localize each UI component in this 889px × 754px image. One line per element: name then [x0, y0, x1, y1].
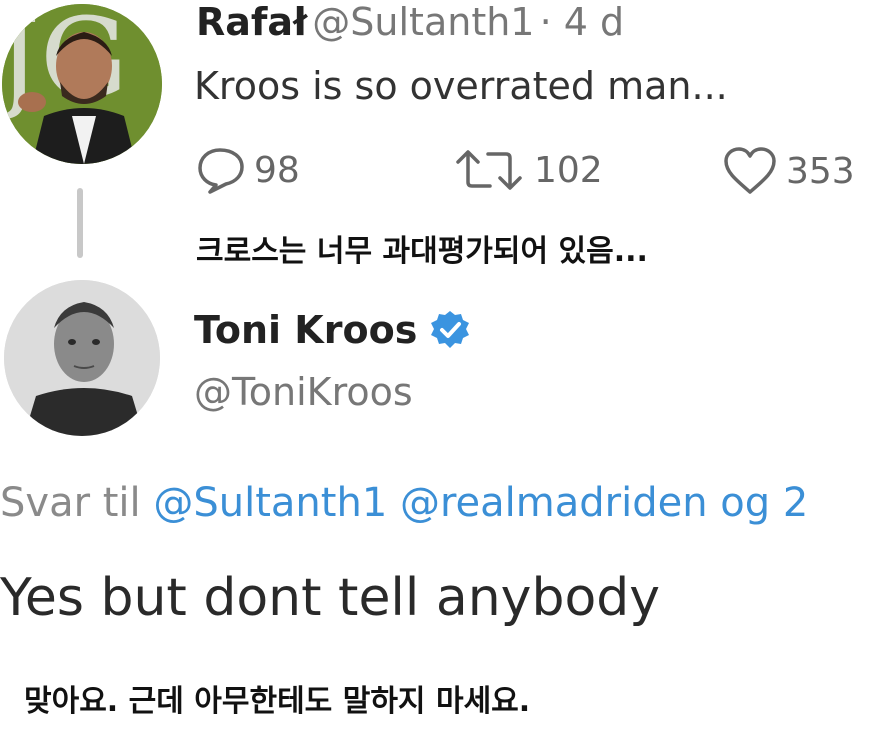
caption-translation-1: 크로스는 너무 과대평가되어 있음... [196, 234, 648, 269]
like-count: 353 [786, 150, 855, 192]
retweet-icon [456, 150, 522, 190]
retweet-count: 102 [534, 149, 603, 191]
tweet1-display-name[interactable]: Rafał [196, 0, 307, 44]
reply-button[interactable]: 98 [196, 146, 300, 194]
tweet1-header: Rafał @Sultanth1 · 4 d [196, 0, 624, 44]
retweet-button[interactable]: 102 [452, 146, 603, 194]
avatar-toni-kroos[interactable] [4, 280, 160, 436]
tweet1-time: · 4 d [539, 0, 625, 44]
tweet1-text: Kroos is so overrated man... [194, 64, 728, 108]
verified-badge-icon [431, 311, 470, 348]
reply-count: 98 [254, 149, 300, 191]
caption-translation-2: 맞아요. 근데 아무한테도 말하지 마세요. [24, 684, 531, 719]
reply-to-label: Svar til [0, 480, 141, 526]
reply-mentions[interactable]: @Sultanth1 @realmadriden og 2 [153, 480, 808, 526]
tweet2-handle[interactable]: @ToniKroos [194, 370, 413, 414]
thread-connector-line [77, 188, 83, 258]
avatar-rafal[interactable]: JG [2, 4, 162, 164]
tweet2-header: Toni Kroos [194, 308, 471, 352]
like-icon [724, 147, 776, 194]
tweet2-display-name[interactable]: Toni Kroos [194, 308, 417, 352]
reply-to-line: Svar til @Sultanth1 @realmadriden og 2 [0, 480, 808, 526]
tweet2-text: Yes but dont tell anybody [0, 568, 661, 628]
reply-icon [198, 148, 244, 194]
like-button[interactable]: 353 [722, 146, 855, 196]
tweet1-handle[interactable]: @Sultanth1 [312, 0, 534, 44]
